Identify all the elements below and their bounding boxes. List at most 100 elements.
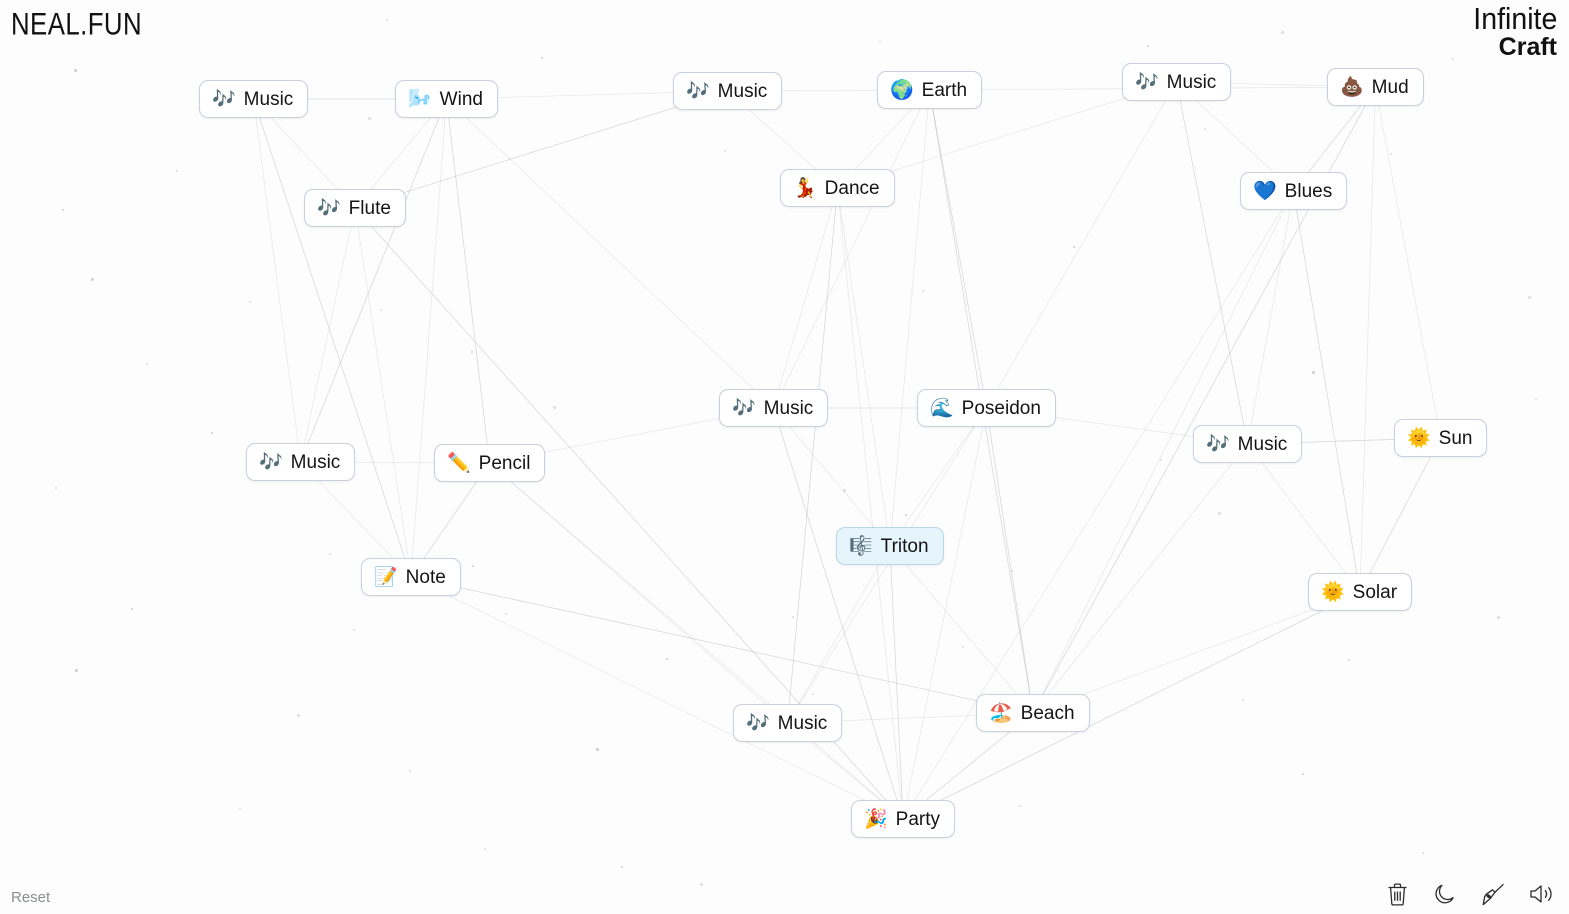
- element-node-music[interactable]: 🎶 Music: [1122, 63, 1232, 101]
- element-node-pencil[interactable]: ✏️ Pencil: [434, 444, 546, 482]
- star-particle: [553, 406, 556, 409]
- pencil-icon: ✏️: [447, 452, 471, 474]
- element-node-music[interactable]: 🎶 Music: [199, 80, 309, 118]
- element-edge: [446, 98, 490, 464]
- element-edge: [300, 98, 447, 463]
- element-node-label: Solar: [1352, 581, 1398, 603]
- element-node-label: Music: [717, 80, 768, 102]
- musical-notes-icon: 🎶: [1135, 71, 1159, 93]
- beach-umbrella-icon: 🏖️: [989, 702, 1013, 724]
- star-particle: [962, 646, 964, 648]
- element-node-label: Earth: [921, 79, 968, 101]
- musical-notes-icon: 🎶: [686, 80, 710, 102]
- element-edge: [1359, 86, 1376, 593]
- element-node-triton[interactable]: 🎼 Triton: [836, 527, 944, 565]
- element-node-wind[interactable]: 🌬️ Wind: [395, 80, 498, 118]
- element-edge: [410, 98, 447, 578]
- star-particle: [131, 608, 133, 610]
- star-particle: [1452, 58, 1454, 60]
- star-particle: [1147, 45, 1149, 47]
- element-edge: [446, 98, 774, 409]
- musical-notes-icon: 🎶: [746, 712, 770, 734]
- star-particle: [1204, 128, 1206, 130]
- reset-button[interactable]: Reset: [11, 889, 50, 906]
- moon-icon[interactable]: [1431, 880, 1459, 908]
- star-particle: [879, 41, 881, 43]
- element-edge: [773, 407, 904, 820]
- element-node-label: Poseidon: [961, 397, 1041, 419]
- element-node-beach[interactable]: 🏖️ Beach: [976, 694, 1090, 732]
- star-particle: [472, 565, 474, 567]
- element-node-solar[interactable]: 🌞 Solar: [1308, 573, 1413, 611]
- element-node-music[interactable]: 🎶 Music: [1193, 425, 1303, 463]
- star-particle: [329, 553, 331, 555]
- element-node-music[interactable]: 🎶 Music: [733, 704, 843, 742]
- element-edge: [1359, 437, 1441, 593]
- element-edge: [902, 407, 987, 820]
- broom-icon[interactable]: [1479, 880, 1507, 908]
- element-node-flute[interactable]: 🎶 Flute: [304, 189, 406, 227]
- element-node-earth[interactable]: 🌍 Earth: [877, 71, 983, 109]
- star-particle: [1422, 852, 1424, 854]
- star-particle: [1160, 459, 1162, 461]
- star-particle: [484, 848, 486, 850]
- star-particle: [353, 629, 355, 631]
- trash-icon[interactable]: [1383, 880, 1411, 908]
- star-particle: [1019, 805, 1021, 807]
- star-particle: [1497, 616, 1500, 619]
- element-edge: [1247, 190, 1294, 445]
- blue-heart-icon: 💙: [1253, 180, 1277, 202]
- element-node-blues[interactable]: 💙 Blues: [1240, 172, 1348, 210]
- game-title-infinite: Infinite: [1472, 1, 1557, 36]
- element-edge: [986, 81, 1177, 409]
- element-edge: [354, 207, 412, 578]
- musical-notes-icon: 🎶: [1206, 433, 1230, 455]
- game-title-craft: Craft: [1498, 33, 1557, 61]
- element-edge: [837, 187, 904, 820]
- element-node-music[interactable]: 🎶 Music: [673, 72, 783, 110]
- sun-icon: 🌞: [1407, 427, 1431, 449]
- element-edge: [1247, 443, 1361, 593]
- element-node-party[interactable]: 🎉 Party: [851, 800, 956, 838]
- star-particle: [62, 209, 64, 211]
- speaker-icon[interactable]: [1527, 880, 1555, 908]
- star-particle: [792, 616, 794, 618]
- infinite-craft-canvas[interactable]: NEAL.FUN Infinite Craft 🎶 Music 🌬️ Wind 🎶 Mus…: [0, 0, 1569, 914]
- star-particle: [1242, 699, 1244, 701]
- element-edge: [773, 89, 930, 409]
- element-node-dance[interactable]: 💃 Dance: [780, 169, 895, 207]
- element-edge: [253, 98, 412, 578]
- element-node-label: Music: [777, 712, 828, 734]
- neal-fun-logo[interactable]: NEAL.FUN: [11, 8, 142, 41]
- star-particle: [91, 278, 94, 281]
- infinite-craft-logo: Infinite Craft: [1466, 3, 1557, 60]
- element-node-label: Note: [405, 566, 446, 588]
- star-particle: [1348, 659, 1350, 661]
- star-particle: [471, 351, 473, 353]
- element-node-mud[interactable]: 💩 Mud: [1327, 68, 1424, 106]
- element-edge: [902, 190, 1294, 820]
- bottom-toolbar: [1383, 880, 1555, 908]
- element-edge: [1176, 81, 1248, 445]
- star-particle: [922, 290, 924, 292]
- musical-notes-icon: 🎶: [317, 197, 341, 219]
- element-edge: [1375, 86, 1441, 439]
- star-particle: [1073, 246, 1075, 248]
- element-node-sun[interactable]: 🌞 Sun: [1394, 419, 1488, 457]
- element-edge: [300, 207, 356, 463]
- star-particle: [1302, 773, 1304, 775]
- star-particle: [239, 808, 241, 810]
- star-particle: [621, 866, 623, 868]
- musical-notes-icon: 🎶: [212, 88, 236, 110]
- star-particle: [1281, 31, 1284, 34]
- pile-of-poo-icon: 💩: [1340, 76, 1364, 98]
- star-particle: [1011, 570, 1013, 572]
- element-node-label: Triton: [880, 535, 929, 557]
- element-node-music[interactable]: 🎶 Music: [719, 389, 829, 427]
- star-particle: [724, 150, 726, 152]
- element-node-note[interactable]: 📝 Note: [361, 558, 461, 596]
- star-particle: [843, 489, 846, 492]
- element-node-label: Dance: [824, 177, 880, 199]
- element-node-poseidon[interactable]: 🌊 Poseidon: [917, 389, 1056, 427]
- element-node-music[interactable]: 🎶 Music: [246, 443, 356, 481]
